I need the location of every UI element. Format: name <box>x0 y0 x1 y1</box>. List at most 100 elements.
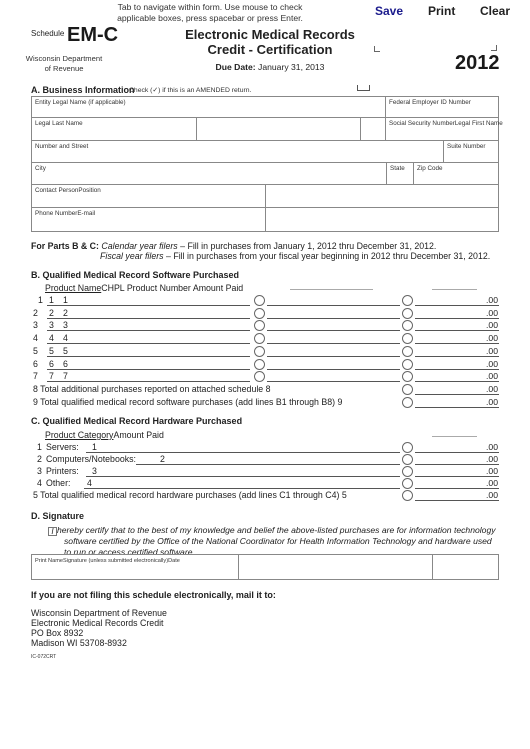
hardware-amount-field[interactable] <box>415 464 499 465</box>
product-name-field[interactable] <box>47 330 250 332</box>
amount-radio[interactable] <box>402 333 413 345</box>
chpl-radio[interactable] <box>254 345 265 357</box>
hardware-amount-radio[interactable] <box>402 442 413 453</box>
date-field[interactable] <box>433 555 499 579</box>
amount-radio[interactable] <box>402 371 413 383</box>
zip-field[interactable]: Zip Code <box>414 163 499 185</box>
amount-paid-field[interactable] <box>415 343 499 345</box>
amended-checkbox[interactable] <box>357 85 370 91</box>
category-field[interactable] <box>136 464 400 465</box>
line-b-number: 4 <box>33 333 38 344</box>
product-name-field[interactable] <box>47 368 250 370</box>
chpl-radio[interactable] <box>254 295 265 306</box>
fein-label: Federal Employer ID Number <box>389 99 471 106</box>
hardware-amount-field[interactable] <box>415 488 499 489</box>
email-field[interactable] <box>266 208 499 232</box>
hardware-amount-radio[interactable] <box>402 478 413 489</box>
product-name-value: 2 <box>49 307 54 318</box>
phone-field[interactable]: Phone NumberE-mail <box>32 208 266 232</box>
suite-field[interactable]: Suite Number <box>444 141 499 163</box>
save-button[interactable]: Save <box>375 4 403 18</box>
line-b8-radio[interactable] <box>402 384 413 395</box>
state-field[interactable]: State <box>387 163 414 185</box>
amount-paid-field[interactable] <box>415 368 499 370</box>
fiscal-filers-text: – Fill in purchases from your fiscal yea… <box>163 251 491 261</box>
line-b9-amount-field[interactable] <box>415 407 499 408</box>
chpl-number-field[interactable] <box>267 381 400 383</box>
chpl-radio[interactable] <box>254 371 265 383</box>
chpl-number-field[interactable] <box>267 343 400 345</box>
product-name-field[interactable] <box>47 305 250 306</box>
amount-paid-field[interactable] <box>415 317 499 319</box>
last-name-field[interactable]: Legal Last Name <box>32 118 197 141</box>
clear-button[interactable]: Clear <box>480 4 510 18</box>
category-field[interactable] <box>86 452 400 453</box>
amount-cents: .00 <box>486 333 498 344</box>
line-b8-amount-field[interactable] <box>415 394 499 395</box>
amount-radio[interactable] <box>402 345 413 357</box>
contact-person-field[interactable]: Contact PersonPosition <box>32 185 266 208</box>
amount-radio[interactable] <box>402 295 413 306</box>
product-name-field[interactable] <box>47 381 250 383</box>
hardware-amount-field[interactable] <box>415 476 499 477</box>
amount-header-rule <box>432 289 477 290</box>
print-button[interactable]: Print <box>428 4 455 18</box>
mail-address: Wisconsin Department of Revenue Electron… <box>31 608 167 648</box>
position-field[interactable] <box>266 185 499 208</box>
product-name-field[interactable] <box>47 317 250 319</box>
amount-radio[interactable] <box>402 307 413 319</box>
chpl-header-rule <box>290 289 373 290</box>
chpl-radio[interactable] <box>254 333 265 345</box>
mail-line-3: PO Box 8932 <box>31 628 84 638</box>
chpl-number-field[interactable] <box>267 305 400 306</box>
mail-line-2: Electronic Medical Records Credit <box>31 618 164 628</box>
chpl-radio[interactable] <box>254 320 265 332</box>
ssn-field[interactable]: Social Security NumberLegal First Name <box>386 118 503 141</box>
line-c5-amount-field[interactable] <box>415 500 499 501</box>
chpl-radio[interactable] <box>254 307 265 319</box>
city-field[interactable]: City <box>32 163 387 185</box>
chpl-radio[interactable] <box>254 358 265 370</box>
line-b9-radio[interactable] <box>402 397 413 408</box>
product-name-value: 6 <box>49 358 54 369</box>
amount-paid-field[interactable] <box>415 355 499 357</box>
certification-statement: hereby certify that to the best of my kn… <box>57 525 496 557</box>
fein-field[interactable]: Federal Employer ID Number <box>386 97 499 118</box>
fiscal-filers-label: Fiscal year filers <box>100 251 164 261</box>
print-name-field[interactable]: Print NameSignature (unless submitted el… <box>32 555 239 579</box>
line-c5-radio[interactable] <box>402 490 413 501</box>
amount-paid-field[interactable] <box>415 305 499 306</box>
chpl-value: 3 <box>63 320 68 331</box>
schedule-code: EM-C <box>67 24 119 46</box>
chpl-number-field[interactable] <box>267 368 400 370</box>
amount-radio[interactable] <box>402 358 413 370</box>
middle-initial-field[interactable] <box>361 118 386 141</box>
line-c5-cents: .00 <box>486 490 498 500</box>
hardware-amount-radio[interactable] <box>402 466 413 477</box>
hardware-amount-cents: .00 <box>486 454 498 464</box>
chpl-number-field[interactable] <box>267 355 400 357</box>
amount-cents: .00 <box>486 358 498 369</box>
amount-paid-field[interactable] <box>415 381 499 383</box>
certify-checkbox[interactable]: I <box>48 527 57 536</box>
product-name-value: 5 <box>49 345 54 356</box>
amount-radio[interactable] <box>402 320 413 332</box>
amount-paid-field[interactable] <box>415 330 499 332</box>
category-field[interactable] <box>84 488 400 489</box>
navigation-hint: Tab to navigate within form. Use mouse t… <box>117 2 303 23</box>
category-field[interactable] <box>86 476 400 477</box>
section-c-column-headers: Product CategoryAmount Paid <box>45 430 164 440</box>
chpl-number-field[interactable] <box>267 330 400 332</box>
hardware-amount-radio[interactable] <box>402 454 413 465</box>
entity-name-field[interactable]: Entity Legal Name (if applicable) <box>32 97 386 118</box>
chpl-value: 7 <box>63 371 68 382</box>
product-name-field[interactable] <box>47 343 250 345</box>
first-name-field[interactable] <box>197 118 361 141</box>
signature-field[interactable] <box>239 555 433 579</box>
street-field[interactable]: Number and Street <box>32 141 444 163</box>
hardware-amount-field[interactable] <box>415 452 499 453</box>
title-line-1: Electronic Medical Records <box>185 27 355 42</box>
chpl-number-field[interactable] <box>267 317 400 319</box>
line-c-number: 3 <box>37 466 42 476</box>
product-name-field[interactable] <box>47 355 250 357</box>
